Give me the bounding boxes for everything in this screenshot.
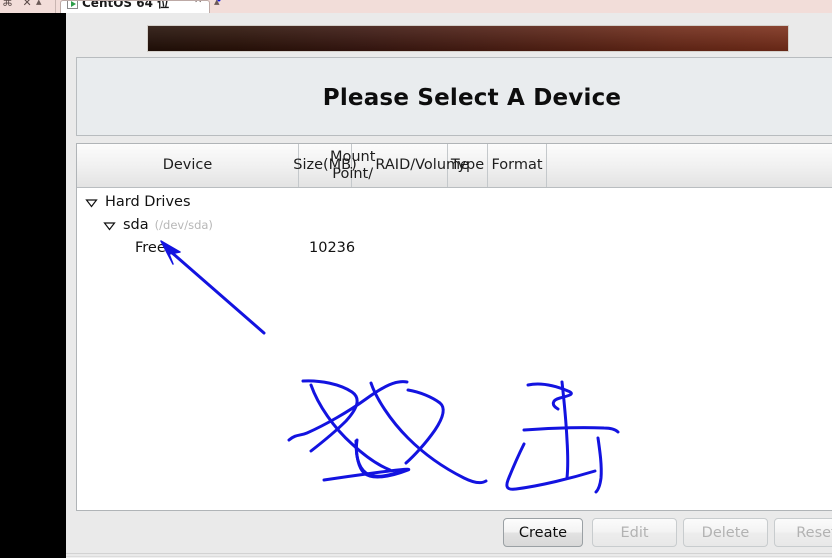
device-size-value: 10236: [309, 240, 356, 256]
device-path: (/dev/sda): [154, 218, 213, 232]
table-header-row: Device Size (MB) Mount Point/RAID/Volume Typ…: [77, 144, 832, 188]
edit-button: Edit: [592, 518, 677, 547]
delete-button: Delete: [683, 518, 768, 547]
column-header-blank[interactable]: [547, 144, 832, 187]
title-panel: Please Select A Device: [76, 57, 832, 136]
installer-window: Please Select A Device Device Size (MB) Mou…: [66, 13, 832, 558]
tree-row-label: sda: [123, 217, 149, 233]
tab-bar-left-icons[interactable]: ⌘ ✕: [2, 0, 35, 9]
vm-tab-bar: ⌘ ✕ ▴ CentOS 64 位 ✕ ▴: [0, 0, 832, 14]
create-button[interactable]: Create: [503, 518, 583, 547]
column-header-mount-point-raid-volume[interactable]: Mount Point/RAID/Volume: [330, 144, 469, 187]
tab-scroll-right-icon[interactable]: ▴: [214, 0, 220, 8]
chevron-down-icon[interactable]: [103, 219, 116, 232]
centos-banner: [147, 25, 789, 52]
screen-root: ⌘ ✕ ▴ CentOS 64 位 ✕ ▴ Please Select A De…: [0, 0, 832, 558]
chevron-down-icon[interactable]: [85, 196, 98, 209]
table-body: Hard Drives sda (/dev/sda) Free 10236: [77, 188, 832, 510]
tree-row-label: Hard Drives: [105, 194, 191, 210]
reset-button: Reset: [774, 518, 832, 547]
tree-row-sda[interactable]: sda (/dev/sda): [77, 213, 832, 237]
banner-area: [66, 13, 832, 60]
column-header-device[interactable]: Device: [77, 144, 299, 187]
bottom-divider: [66, 553, 832, 554]
tab-bar-separator: [55, 0, 56, 13]
tab-scroll-left-icon[interactable]: ▴: [36, 0, 42, 8]
tree-row-free[interactable]: Free 10236: [77, 236, 832, 260]
play-icon: [67, 1, 78, 9]
tree-row-label: Free: [135, 240, 166, 256]
close-icon[interactable]: ✕: [194, 1, 202, 6]
tree-row-hard-drives[interactable]: Hard Drives: [77, 190, 832, 214]
vm-desktop-background: [0, 13, 66, 558]
tab-centos[interactable]: CentOS 64 位 ✕: [60, 0, 210, 13]
column-header-type[interactable]: Type: [448, 144, 488, 187]
tab-centos-label: CentOS 64 位: [82, 0, 170, 10]
button-row: Create EditDeleteReset: [66, 512, 832, 558]
device-table: Device Size (MB) Mount Point/RAID/Volume Typ…: [76, 143, 832, 511]
page-title: Please Select A Device: [322, 84, 622, 111]
column-header-format[interactable]: Format: [488, 144, 547, 187]
